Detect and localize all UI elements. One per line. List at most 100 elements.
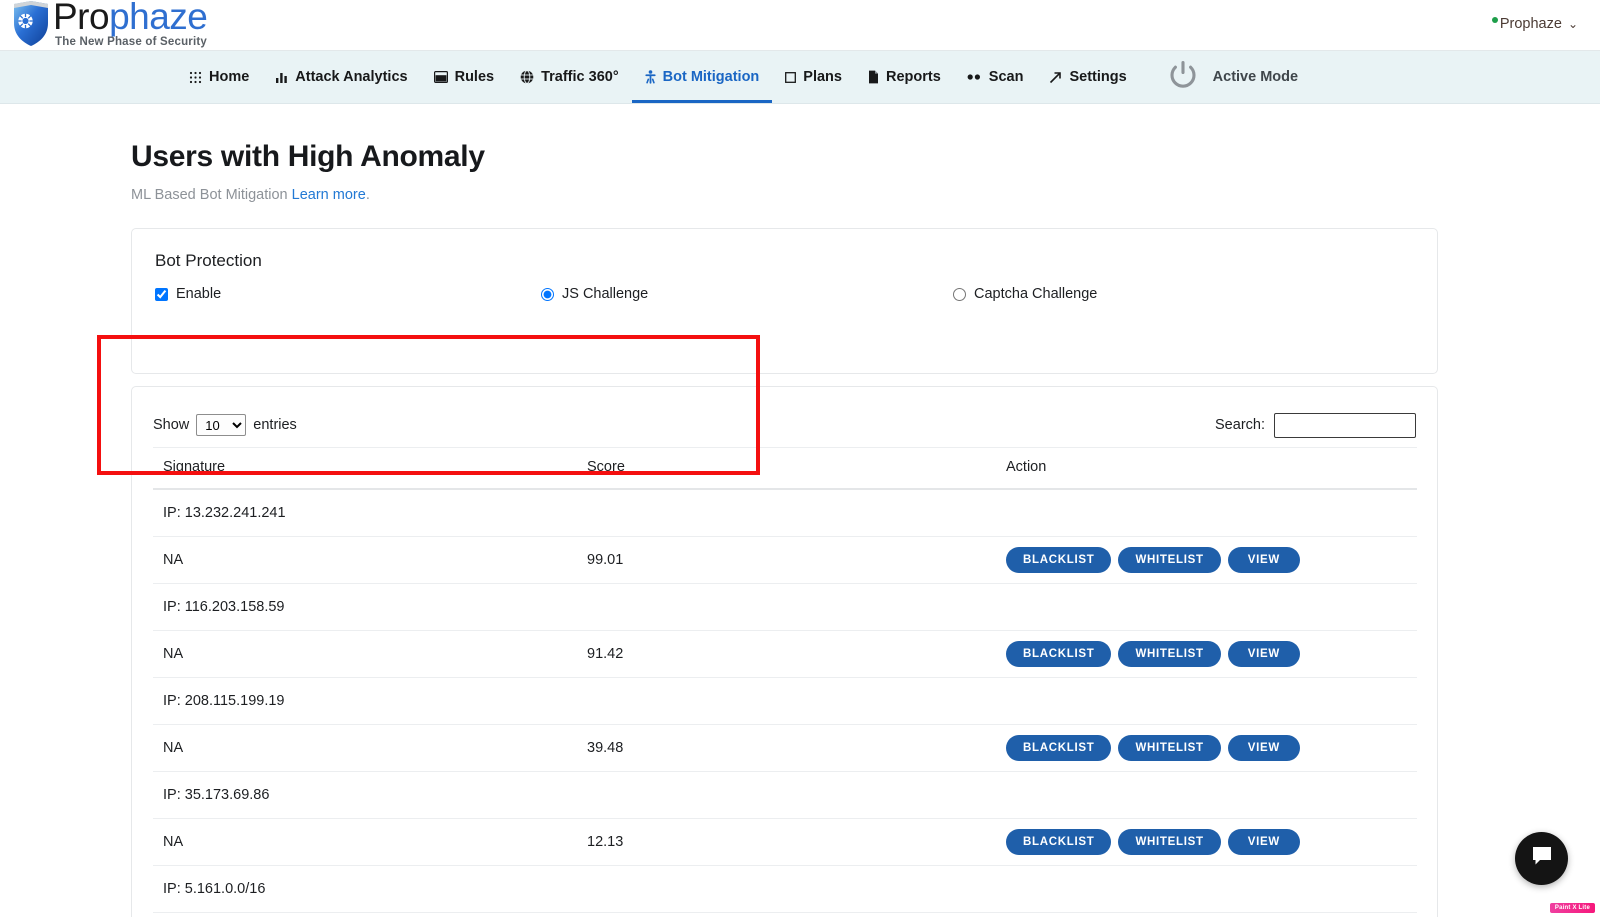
brand-tagline: The New Phase of Security — [55, 35, 207, 48]
arrow-up-right-icon — [1049, 71, 1062, 84]
enable-checkbox-option[interactable]: Enable — [155, 286, 541, 302]
table-row: NA 39.48 BLACKLIST WHITELIST VIEW — [153, 724, 1417, 772]
blacklist-button[interactable]: BLACKLIST — [1006, 547, 1112, 573]
nav-item-traffic-360[interactable]: Traffic 360° — [507, 51, 632, 103]
table-row-ip-group: IP: 208.115.199.19 — [153, 677, 1417, 725]
blacklist-button[interactable]: BLACKLIST — [1006, 735, 1112, 761]
page-size-control: Show 102550100 entries — [153, 414, 297, 436]
nav-item-rules[interactable]: Rules — [421, 51, 508, 103]
search-label: Search: — [1215, 417, 1265, 433]
blacklist-button[interactable]: BLACKLIST — [1006, 829, 1112, 855]
entries-label: entries — [253, 417, 297, 433]
ip-group-label: IP: 208.115.199.19 — [153, 677, 1417, 725]
globe-icon — [520, 70, 534, 84]
table-row-ip-group: IP: 35.173.69.86 — [153, 771, 1417, 819]
cell-signature: NA — [153, 724, 577, 772]
table-row-ip-group: IP: 5.161.0.0/16 — [153, 865, 1417, 913]
nav-item-reports[interactable]: Reports — [855, 51, 954, 103]
online-status-dot-icon — [1491, 17, 1498, 23]
nav-label: Scan — [988, 69, 1024, 85]
page-content: Users with High Anomaly ML Based Bot Mit… — [0, 104, 1600, 917]
nav-label: Attack Analytics — [295, 69, 408, 85]
dots-icon — [967, 73, 982, 81]
nav-label: Home — [209, 69, 250, 85]
brand-name-part1: Pro — [53, 0, 110, 37]
view-button[interactable]: VIEW — [1227, 735, 1300, 761]
nav-label: Rules — [454, 69, 495, 85]
column-header-signature[interactable]: Signature — [153, 447, 577, 490]
captcha-challenge-label: Captcha Challenge — [974, 286, 1098, 302]
whitelist-button[interactable]: WHITELIST — [1118, 641, 1221, 667]
nav-label: Bot Mitigation — [662, 69, 760, 85]
bot-protection-card: Bot Protection Enable JS Challenge Captc… — [131, 228, 1438, 374]
ip-group-label: IP: 13.232.241.241 — [153, 489, 1417, 537]
captcha-challenge-option[interactable]: Captcha Challenge — [953, 286, 1097, 302]
table-row: NA 91.42 BLACKLIST WHITELIST VIEW — [153, 630, 1417, 678]
whitelist-button[interactable]: WHITELIST — [1118, 735, 1221, 761]
view-button[interactable]: VIEW — [1227, 641, 1300, 667]
cell-score: 91.42 — [577, 630, 996, 678]
whitelist-button[interactable]: WHITELIST — [1118, 829, 1221, 855]
cell-signature: NA — [153, 536, 577, 584]
brand-name: Prophaze — [53, 0, 208, 37]
account-menu[interactable]: Prophaze ⌄ — [1491, 16, 1578, 32]
enable-label: Enable — [176, 286, 222, 302]
active-mode-toggle[interactable]: Active Mode — [1166, 51, 1298, 103]
table-header-row: Signature Score Action — [153, 447, 1417, 490]
column-header-action[interactable]: Action — [996, 447, 1417, 490]
page-size-select[interactable]: 102550100 — [196, 414, 247, 436]
view-button[interactable]: VIEW — [1227, 547, 1300, 573]
square-icon — [785, 71, 797, 83]
shield-logo-icon — [10, 0, 52, 49]
power-icon — [1166, 58, 1200, 97]
chat-widget-button[interactable] — [1515, 832, 1568, 885]
search-control: Search: — [1215, 412, 1416, 438]
nav-item-plans[interactable]: Plans — [772, 51, 855, 103]
page-subtitle: ML Based Bot Mitigation Learn more. — [131, 187, 1600, 203]
action-buttons: BLACKLIST WHITELIST VIEW — [1006, 641, 1417, 667]
cell-signature: NA — [153, 818, 577, 866]
js-challenge-option[interactable]: JS Challenge — [541, 286, 953, 302]
person-icon — [645, 70, 656, 84]
nav-item-bot-mitigation[interactable]: Bot Mitigation — [631, 51, 773, 103]
table-row-ip-group: IP: 116.203.158.59 — [153, 583, 1417, 631]
top-bar: Prophaze The New Phase of Security Proph… — [0, 0, 1600, 51]
nav-item-home[interactable]: Home — [176, 51, 262, 103]
nav-item-settings[interactable]: Settings — [1036, 51, 1139, 103]
ip-group-label: IP: 5.161.0.0/16 — [153, 865, 1417, 913]
action-buttons: BLACKLIST WHITELIST VIEW — [1006, 547, 1417, 573]
cell-action: BLACKLIST WHITELIST VIEW — [996, 630, 1417, 678]
document-icon — [868, 70, 879, 84]
main-navigation: Home Attack Analytics Rules Traffic 360°… — [0, 51, 1600, 104]
active-mode-label: Active Mode — [1212, 69, 1299, 85]
captcha-challenge-radio[interactable] — [953, 287, 966, 301]
enable-checkbox[interactable] — [155, 287, 168, 301]
bot-protection-options: Enable JS Challenge Captcha Challenge — [132, 286, 1437, 302]
brand-name-part2: phaze — [109, 0, 208, 37]
nav-label: Traffic 360° — [541, 69, 619, 85]
cell-action: BLACKLIST WHITELIST VIEW — [996, 536, 1417, 584]
cell-score: 99.01 — [577, 536, 996, 584]
view-button[interactable]: VIEW — [1227, 829, 1300, 855]
column-header-score[interactable]: Score — [577, 447, 996, 490]
whitelist-button[interactable]: WHITELIST — [1118, 547, 1221, 573]
js-challenge-radio[interactable] — [541, 287, 554, 301]
brand-logo[interactable]: Prophaze The New Phase of Security — [0, 0, 208, 51]
show-label: Show — [153, 417, 190, 433]
search-input[interactable] — [1274, 412, 1416, 438]
action-buttons: BLACKLIST WHITELIST VIEW — [1006, 735, 1417, 761]
nav-item-scan[interactable]: Scan — [954, 51, 1037, 103]
nav-label: Settings — [1069, 69, 1127, 85]
ip-group-label: IP: 35.173.69.86 — [153, 771, 1417, 819]
table-head: Signature Score Action — [153, 447, 1417, 490]
ip-group-label: IP: 116.203.158.59 — [153, 583, 1417, 631]
nav-item-attack-analytics[interactable]: Attack Analytics — [262, 51, 420, 103]
blacklist-button[interactable]: BLACKLIST — [1006, 641, 1112, 667]
chevron-down-icon: ⌄ — [1567, 17, 1578, 31]
watermark-badge: Paint X Lite — [1549, 903, 1595, 913]
cell-signature: NA — [153, 630, 577, 678]
cell-score: 12.13 — [577, 818, 996, 866]
js-challenge-label: JS Challenge — [562, 286, 649, 302]
nav-label: Reports — [885, 69, 941, 85]
learn-more-link[interactable]: Learn more — [292, 187, 366, 203]
